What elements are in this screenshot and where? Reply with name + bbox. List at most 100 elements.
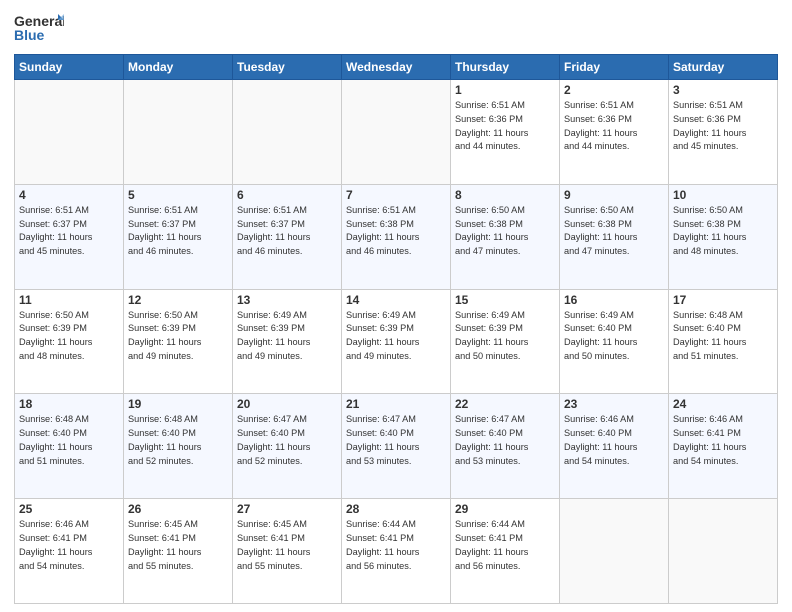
day-number: 29 [455,502,555,516]
calendar-cell [15,80,124,185]
day-info: Sunrise: 6:50 AMSunset: 6:38 PMDaylight:… [564,204,664,259]
day-info: Sunrise: 6:51 AMSunset: 6:37 PMDaylight:… [19,204,119,259]
calendar-cell: 18 Sunrise: 6:48 AMSunset: 6:40 PMDayligh… [15,394,124,499]
calendar-cell: 5 Sunrise: 6:51 AMSunset: 6:37 PMDaylight… [124,184,233,289]
day-number: 5 [128,188,228,202]
calendar-cell: 10 Sunrise: 6:50 AMSunset: 6:38 PMDayligh… [669,184,778,289]
day-number: 14 [346,293,446,307]
day-info: Sunrise: 6:45 AMSunset: 6:41 PMDaylight:… [237,518,337,573]
day-number: 15 [455,293,555,307]
calendar-cell: 26 Sunrise: 6:45 AMSunset: 6:41 PMDayligh… [124,499,233,604]
calendar-cell: 3 Sunrise: 6:51 AMSunset: 6:36 PMDaylight… [669,80,778,185]
day-number: 9 [564,188,664,202]
day-info: Sunrise: 6:51 AMSunset: 6:36 PMDaylight:… [673,99,773,154]
calendar-cell: 2 Sunrise: 6:51 AMSunset: 6:36 PMDaylight… [560,80,669,185]
day-info: Sunrise: 6:51 AMSunset: 6:37 PMDaylight:… [128,204,228,259]
calendar-cell: 25 Sunrise: 6:46 AMSunset: 6:41 PMDayligh… [15,499,124,604]
day-number: 27 [237,502,337,516]
weekday-header-wednesday: Wednesday [342,55,451,80]
calendar-cell [669,499,778,604]
day-number: 22 [455,397,555,411]
day-number: 10 [673,188,773,202]
calendar-cell: 16 Sunrise: 6:49 AMSunset: 6:40 PMDayligh… [560,289,669,394]
svg-text:Blue: Blue [14,27,45,43]
day-number: 3 [673,83,773,97]
day-number: 8 [455,188,555,202]
day-info: Sunrise: 6:44 AMSunset: 6:41 PMDaylight:… [455,518,555,573]
day-number: 11 [19,293,119,307]
calendar-cell: 14 Sunrise: 6:49 AMSunset: 6:39 PMDayligh… [342,289,451,394]
calendar-cell: 21 Sunrise: 6:47 AMSunset: 6:40 PMDayligh… [342,394,451,499]
day-number: 13 [237,293,337,307]
page: General Blue SundayMondayTuesdayWednesda… [0,0,792,612]
day-number: 24 [673,397,773,411]
calendar-cell: 4 Sunrise: 6:51 AMSunset: 6:37 PMDaylight… [15,184,124,289]
logo-svg: General Blue [14,10,64,48]
day-info: Sunrise: 6:50 AMSunset: 6:39 PMDaylight:… [19,309,119,364]
weekday-header-monday: Monday [124,55,233,80]
day-info: Sunrise: 6:50 AMSunset: 6:38 PMDaylight:… [673,204,773,259]
calendar-cell [124,80,233,185]
calendar-cell: 28 Sunrise: 6:44 AMSunset: 6:41 PMDayligh… [342,499,451,604]
day-info: Sunrise: 6:49 AMSunset: 6:40 PMDaylight:… [564,309,664,364]
day-number: 20 [237,397,337,411]
day-info: Sunrise: 6:51 AMSunset: 6:36 PMDaylight:… [455,99,555,154]
day-info: Sunrise: 6:51 AMSunset: 6:38 PMDaylight:… [346,204,446,259]
day-number: 4 [19,188,119,202]
calendar-cell: 9 Sunrise: 6:50 AMSunset: 6:38 PMDaylight… [560,184,669,289]
day-info: Sunrise: 6:46 AMSunset: 6:41 PMDaylight:… [673,413,773,468]
day-number: 7 [346,188,446,202]
day-number: 21 [346,397,446,411]
day-info: Sunrise: 6:51 AMSunset: 6:36 PMDaylight:… [564,99,664,154]
weekday-header-sunday: Sunday [15,55,124,80]
day-info: Sunrise: 6:45 AMSunset: 6:41 PMDaylight:… [128,518,228,573]
day-number: 19 [128,397,228,411]
day-info: Sunrise: 6:46 AMSunset: 6:41 PMDaylight:… [19,518,119,573]
day-info: Sunrise: 6:48 AMSunset: 6:40 PMDaylight:… [19,413,119,468]
day-number: 18 [19,397,119,411]
calendar-cell: 8 Sunrise: 6:50 AMSunset: 6:38 PMDaylight… [451,184,560,289]
day-info: Sunrise: 6:44 AMSunset: 6:41 PMDaylight:… [346,518,446,573]
calendar-cell: 19Sunrise: 6:48 AMSunset: 6:40 PMDayligh… [124,394,233,499]
day-number: 12 [128,293,228,307]
weekday-header-thursday: Thursday [451,55,560,80]
day-number: 28 [346,502,446,516]
day-info: Sunrise: 6:50 AMSunset: 6:38 PMDaylight:… [455,204,555,259]
calendar-cell: 17 Sunrise: 6:48 AMSunset: 6:40 PMDayligh… [669,289,778,394]
calendar-cell: 13 Sunrise: 6:49 AMSunset: 6:39 PMDayligh… [233,289,342,394]
calendar-cell: 12Sunrise: 6:50 AMSunset: 6:39 PMDayligh… [124,289,233,394]
calendar-cell [342,80,451,185]
calendar-cell [560,499,669,604]
day-info: Sunrise: 6:49 AMSunset: 6:39 PMDaylight:… [455,309,555,364]
day-number: 6 [237,188,337,202]
day-number: 2 [564,83,664,97]
calendar-cell: 15 Sunrise: 6:49 AMSunset: 6:39 PMDayligh… [451,289,560,394]
logo: General Blue [14,10,64,48]
weekday-header-saturday: Saturday [669,55,778,80]
day-number: 17 [673,293,773,307]
calendar-cell: 22 Sunrise: 6:47 AMSunset: 6:40 PMDayligh… [451,394,560,499]
day-info: Sunrise: 6:47 AMSunset: 6:40 PMDaylight:… [237,413,337,468]
day-info: Sunrise: 6:46 AMSunset: 6:40 PMDaylight:… [564,413,664,468]
day-info: Sunrise: 6:51 AMSunset: 6:37 PMDaylight:… [237,204,337,259]
day-number: 26 [128,502,228,516]
weekday-header-tuesday: Tuesday [233,55,342,80]
calendar-cell: 11 Sunrise: 6:50 AMSunset: 6:39 PMDayligh… [15,289,124,394]
day-number: 16 [564,293,664,307]
day-info: Sunrise: 6:49 AMSunset: 6:39 PMDaylight:… [346,309,446,364]
calendar-cell [233,80,342,185]
calendar-cell: 24 Sunrise: 6:46 AMSunset: 6:41 PMDayligh… [669,394,778,499]
day-info: Sunrise: 6:49 AMSunset: 6:39 PMDaylight:… [237,309,337,364]
day-number: 23 [564,397,664,411]
calendar-cell: 23 Sunrise: 6:46 AMSunset: 6:40 PMDayligh… [560,394,669,499]
calendar-cell: 6 Sunrise: 6:51 AMSunset: 6:37 PMDaylight… [233,184,342,289]
day-info: Sunrise: 6:47 AMSunset: 6:40 PMDaylight:… [346,413,446,468]
header: General Blue [14,10,778,48]
day-number: 1 [455,83,555,97]
day-info: Sunrise: 6:48 AMSunset: 6:40 PMDaylight:… [673,309,773,364]
day-number: 25 [19,502,119,516]
weekday-header-friday: Friday [560,55,669,80]
calendar-cell: 20 Sunrise: 6:47 AMSunset: 6:40 PMDayligh… [233,394,342,499]
calendar-cell: 29 Sunrise: 6:44 AMSunset: 6:41 PMDayligh… [451,499,560,604]
day-info: Sunrise: 6:47 AMSunset: 6:40 PMDaylight:… [455,413,555,468]
